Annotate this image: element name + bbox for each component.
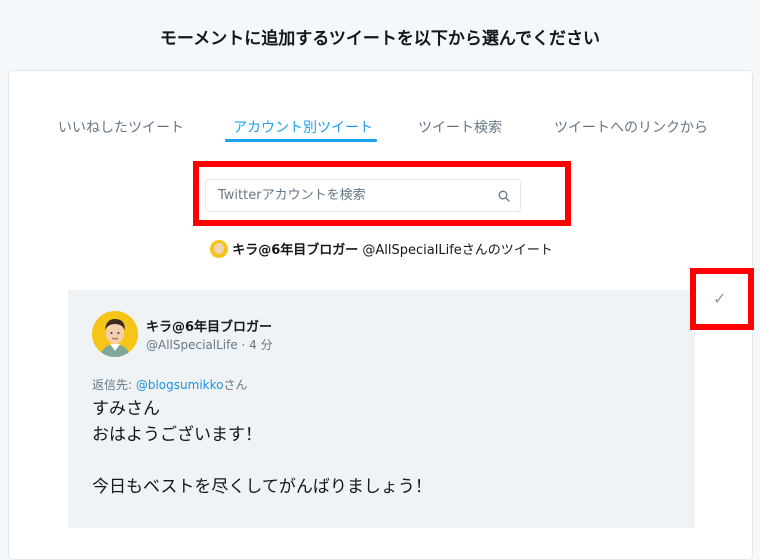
tweet-text-line: すみさん (92, 399, 160, 419)
tab-bar: いいねしたツイート アカウント別ツイート ツイート検索 ツイートへのリンクから (9, 117, 754, 147)
avatar-small (210, 240, 229, 258)
reply-to-line: 返信先: @blogsumikkoさん (92, 376, 247, 393)
search-icon[interactable] (498, 190, 510, 202)
selected-account-line: キラ@6年目ブロガー @AllSpecialLifeさんのツイート (9, 239, 754, 258)
page-title: モーメントに追加するツイートを以下から選んでください (159, 28, 601, 49)
tab-tweet-link[interactable]: ツイートへのリンクから (554, 117, 708, 137)
avatar (92, 311, 138, 357)
tweet-text-line: 今日もベストを尽くしてがんばりましょう！ (92, 477, 432, 497)
tweet-text-line: おはようございます！ (92, 425, 262, 445)
tweet-author-name: キラ@6年目ブロガー (146, 320, 273, 335)
reply-suffix: さん (223, 378, 248, 392)
tab-tweet-search[interactable]: ツイート検索 (418, 117, 502, 137)
tweet-card[interactable]: キラ@6年目ブロガー @AllSpecialLife · 4 分 返信先: @b… (68, 290, 695, 528)
tweet-handle-time: @AllSpecialLife · 4 分 (146, 338, 273, 352)
reply-prefix: 返信先: (92, 378, 136, 392)
reply-mention-link[interactable]: @blogsumikko (136, 378, 224, 392)
check-icon[interactable]: ✓ (713, 289, 726, 308)
active-tab-indicator (225, 139, 377, 142)
tweet-text: すみさん おはようございます！ 今日もベストを尽くしてがんばりましょう！ (92, 396, 672, 500)
tweet-text-line (92, 448, 672, 474)
selected-account-name: キラ@6年目ブロガー (232, 243, 359, 258)
tab-account-tweets[interactable]: アカウント別ツイート (233, 117, 373, 137)
selected-account-suffix: @AllSpecialLifeさんのツイート (358, 243, 553, 258)
account-search-input[interactable] (206, 180, 496, 211)
tweet-picker-panel: いいねしたツイート アカウント別ツイート ツイート検索 ツイートへのリンクから … (8, 70, 753, 560)
account-search-box (205, 179, 521, 212)
tab-liked-tweets[interactable]: いいねしたツイート (58, 117, 184, 137)
